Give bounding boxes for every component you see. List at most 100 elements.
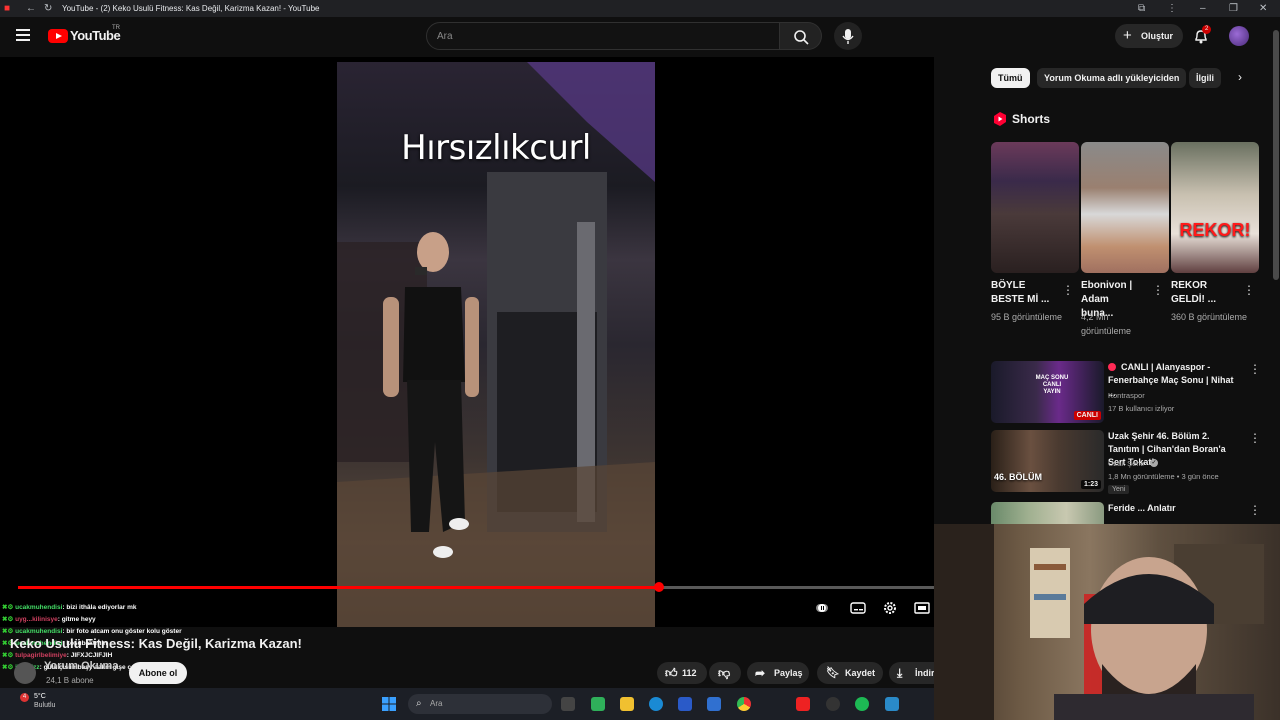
search-button[interactable] (780, 22, 822, 50)
settings-gear-icon[interactable] (882, 600, 898, 616)
share-button[interactable]: ➦ Paylaş (747, 662, 809, 684)
rec-meta: 17 B kullanıcı izliyor (1108, 404, 1175, 413)
webcam-overlay (934, 524, 1280, 720)
more-vert-icon[interactable]: ⋮ (1243, 283, 1255, 297)
youtube-favicon-icon: ■ (4, 3, 11, 14)
share-icon: ➦ (755, 666, 766, 680)
rec-thumb-text: 46. BÖLÜM (994, 472, 1043, 482)
browser-menu-icon[interactable]: ⋮ (1167, 0, 1177, 17)
verified-icon: ✓ (1150, 459, 1158, 467)
youtube-app-icon[interactable] (796, 697, 810, 711)
short-thumbnail-1[interactable] (991, 142, 1079, 273)
video-caption: Hırsızlıkcurl (401, 128, 591, 168)
weather-widget[interactable]: 4 5°C Bulutlu (14, 693, 55, 713)
minimize-icon[interactable]: – (1200, 0, 1206, 17)
close-icon[interactable]: ✕ (1259, 0, 1267, 17)
maximize-icon[interactable]: ❐ (1229, 0, 1238, 17)
progress-bar-fill (18, 586, 659, 589)
file-explorer-icon[interactable] (620, 697, 634, 711)
rec-thumbnail[interactable] (991, 502, 1104, 524)
rec-title[interactable]: Feride ... Anlatır (1108, 502, 1243, 515)
app-icon[interactable] (826, 697, 840, 711)
more-vert-icon[interactable]: ⋮ (1249, 503, 1261, 517)
rec-thumbnail[interactable]: MAÇ SONU CANLI YAYIN CANLI (991, 361, 1104, 423)
rec-channel[interactable]: Kontraspor (1108, 390, 1145, 401)
short-views-3: 360 B görüntüleme (1171, 312, 1248, 322)
thumbs-down-icon: 👎︎ (718, 666, 731, 680)
autoplay-toggle-icon[interactable] (814, 600, 830, 616)
search-input[interactable] (427, 23, 777, 49)
channel-name[interactable]: Yorum Okuma (44, 660, 118, 672)
live-badge: CANLI (1073, 411, 1101, 420)
subscribe-button[interactable]: Abone ol (129, 662, 187, 684)
save-button[interactable]: 🔖︎ Kaydet (817, 662, 883, 684)
short-thumb-text: REKOR! (1179, 220, 1251, 240)
create-label: Oluştur (1141, 31, 1174, 41)
rec-thumbnail[interactable]: 46. BÖLÜM 1:23 (991, 430, 1104, 492)
dislike-button[interactable]: 👎︎ (709, 662, 741, 684)
subtitles-icon[interactable] (850, 600, 866, 616)
tab-title: YouTube - (2) Keko Usulü Fitness: Kas De… (62, 4, 320, 13)
more-vert-icon[interactable]: ⋮ (1152, 283, 1164, 297)
extensions-icon[interactable]: ⧉ (1138, 0, 1145, 17)
avatar[interactable] (1229, 26, 1249, 46)
rec-channel[interactable]: Uzak Şehir (1108, 458, 1145, 469)
chip-from-uploader[interactable]: Yorum Okuma adlı yükleyiciden (1037, 68, 1187, 88)
download-button[interactable]: ⤓ İndir (889, 662, 936, 684)
scrollbar-thumb[interactable] (1273, 30, 1279, 280)
notifications-button[interactable]: 2 (1193, 25, 1212, 44)
chat-message: ✖⚙ ucakmuhendisi: bizi ithâla ediyorlar … (2, 604, 137, 611)
like-button[interactable]: 👍︎ 112 (657, 662, 707, 684)
edge-icon[interactable] (649, 697, 663, 711)
create-button[interactable]: + Oluştur (1115, 24, 1183, 48)
app-icon[interactable] (707, 697, 721, 711)
chat-message: ✖⚙ ucakmuhendisi: bir foto atcam onu gös… (2, 628, 182, 635)
download-icon: ⤓ (897, 666, 903, 680)
shorts-section-title: Shorts (1012, 112, 1051, 126)
channel-avatar[interactable] (14, 662, 36, 684)
rec-thumb-text: MAÇ SONU CANLI YAYIN (1035, 375, 1069, 395)
short-thumbnail-3[interactable]: REKOR! (1171, 142, 1259, 273)
app-icon[interactable] (885, 697, 899, 711)
app-icon[interactable] (591, 697, 605, 711)
chat-message: ✖⚙ uyg...kilinisye: gitme heyy (2, 616, 96, 623)
short-title-3[interactable]: REKOR GELDİ! ... (1171, 279, 1233, 307)
youtube-play-icon (48, 29, 68, 43)
store-icon[interactable] (678, 697, 692, 711)
spotify-icon[interactable] (855, 697, 869, 711)
plus-icon: + (1123, 27, 1132, 44)
chrome-icon[interactable] (737, 697, 751, 711)
rec-meta: 1,8 Mn görüntüleme • 3 gün önce (1108, 472, 1219, 481)
more-vert-icon[interactable]: ⋮ (1249, 362, 1261, 376)
short-title-1[interactable]: BÖYLE BESTE Mİ ... (991, 279, 1053, 307)
reload-icon[interactable]: ↻ (44, 0, 52, 17)
subscriber-count: 24,1 B abone (46, 676, 94, 685)
more-vert-icon[interactable]: ⋮ (1249, 431, 1261, 445)
taskbar-search-placeholder: Ara (430, 699, 443, 708)
weather-temp: 5°C (34, 693, 46, 700)
short-views-2: 4,2 Mn görüntüleme (1081, 312, 1132, 336)
task-view-icon[interactable] (561, 697, 575, 711)
voice-search-button[interactable] (834, 22, 862, 50)
theater-mode-icon[interactable] (914, 600, 930, 616)
windows-start-icon[interactable] (382, 697, 396, 711)
chip-all[interactable]: Tümü (991, 68, 1030, 88)
progress-scrubber[interactable] (654, 582, 664, 592)
more-vert-icon[interactable]: ⋮ (1062, 283, 1074, 297)
webcam-image (934, 524, 1264, 720)
save-label: Kaydet (845, 668, 876, 678)
back-icon[interactable]: ← (26, 0, 36, 17)
thumbs-up-icon: 👍︎ (665, 666, 678, 680)
video-title: Keko Usulü Fitness: Kas Değil, Karizma K… (10, 636, 302, 651)
taskbar-search[interactable]: ⌕ Ara (408, 694, 552, 714)
browser-title-bar: ■ ← ↻ YouTube - (2) Keko Usulü Fitness: … (0, 0, 1280, 17)
short-thumbnail-2[interactable] (1081, 142, 1169, 273)
menu-icon[interactable] (16, 28, 32, 42)
share-label: Paylaş (774, 668, 803, 678)
like-count: 112 (682, 668, 697, 678)
microphone-icon (842, 29, 854, 44)
region-code: TR (112, 25, 120, 31)
chip-related[interactable]: İlgili (1189, 68, 1221, 88)
short-views-1: 95 B görüntüleme (991, 312, 1063, 322)
chevron-right-icon[interactable]: › (1238, 70, 1242, 84)
